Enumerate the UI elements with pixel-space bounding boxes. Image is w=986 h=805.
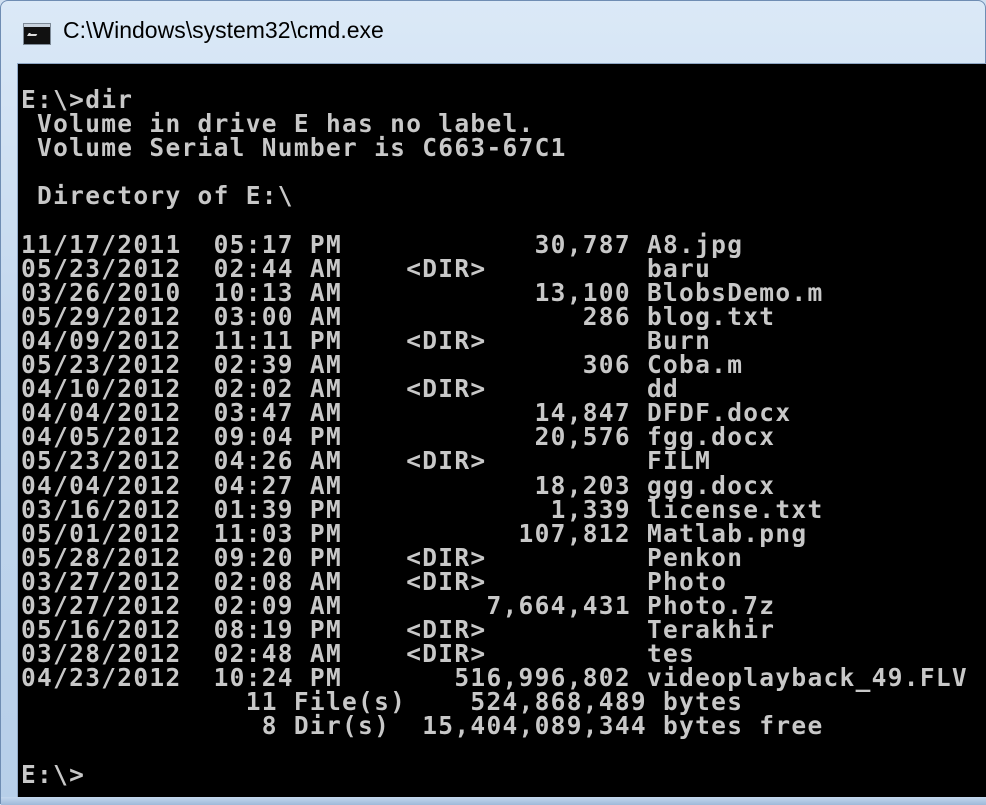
console-line: 8 Dir(s) 15,404,089,344 bytes free [21,711,824,741]
cmd-window: C:\Windows\system32\cmd.exe E:\>dir Volu… [0,0,986,805]
title-bar[interactable]: C:\Windows\system32\cmd.exe [1,1,986,63]
cmd-icon[interactable] [23,23,51,45]
console-line: Directory of E:\ [21,181,294,211]
console-line: Volume Serial Number is C663-67C1 [21,133,567,163]
console-text: E:\>dir Volume in drive E has no label. … [21,87,968,789]
console-output-area[interactable]: E:\>dir Volume in drive E has no label. … [17,63,986,798]
console-line: E:\> [21,759,86,789]
window-title: C:\Windows\system32\cmd.exe [63,17,384,43]
